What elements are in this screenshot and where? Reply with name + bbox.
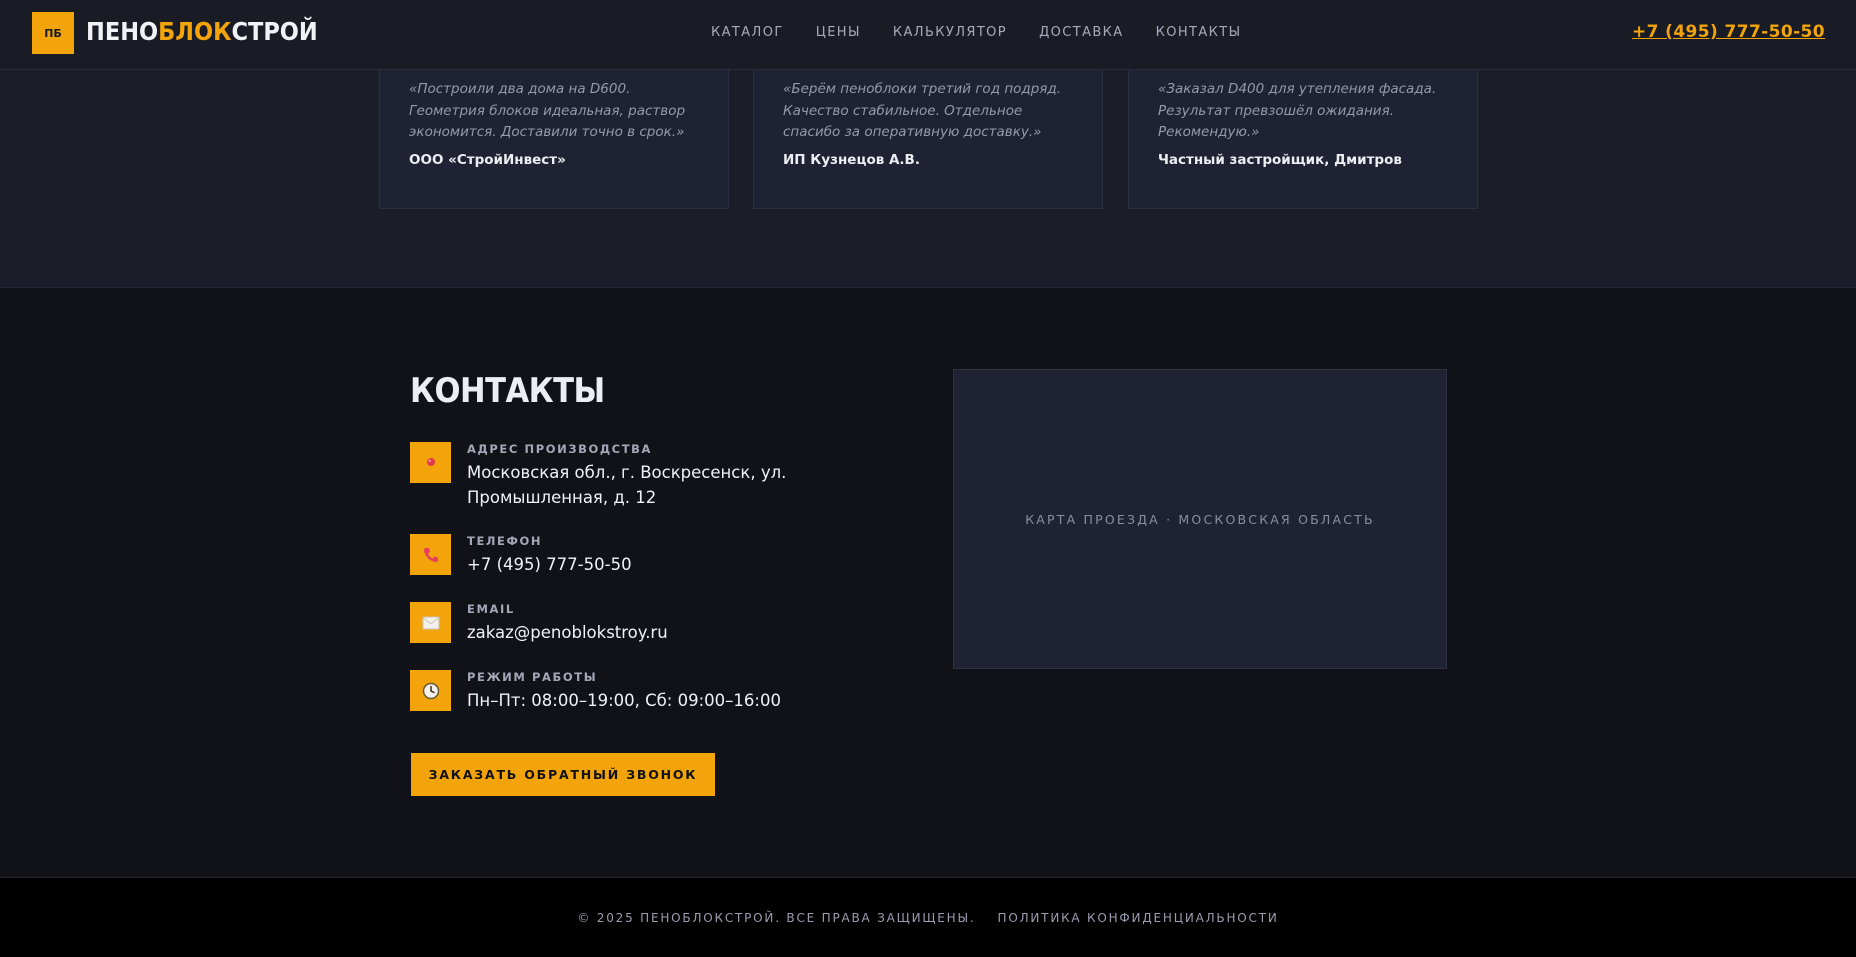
review-card: «Заказал D400 для утепления фасада. Резу… <box>1128 60 1478 209</box>
reviews-section: «Построили два дома на D600. Геометрия б… <box>0 60 1856 288</box>
review-author: ИП Кузнецов А.В. <box>783 152 920 168</box>
map-placeholder[interactable]: КАРТА ПРОЕЗДА · МОСКОВСКАЯ ОБЛАСТЬ <box>953 369 1447 669</box>
header-phone-link[interactable]: +7 (495) 777-50-50 <box>1632 22 1825 42</box>
site-header: ПБ ПЕНОБЛОКСТРОЙ КАТАЛОГ ЦЕНЫ КАЛЬКУЛЯТО… <box>0 0 1856 70</box>
contacts-title: КОНТАКТЫ <box>410 371 605 411</box>
phone-icon <box>410 534 451 575</box>
nav-item-contacts[interactable]: КОНТАКТЫ <box>1156 25 1242 41</box>
logo-wordmark[interactable]: ПЕНОБЛОКСТРОЙ <box>86 17 318 47</box>
contact-value: Пн–Пт: 08:00–19:00, Сб: 09:00–16:00 <box>467 691 781 710</box>
pin-icon <box>410 442 451 483</box>
review-quote: «Берём пеноблоки третий год подряд. Каче… <box>783 81 1062 140</box>
contact-label: АДРЕС ПРОИЗВОДСТВА <box>467 442 653 456</box>
map-label: КАРТА ПРОЕЗДА · МОСКОВСКАЯ ОБЛАСТЬ <box>1025 511 1375 527</box>
contact-item-email: EMAIL zakaz@penoblokstroy.ru <box>410 602 910 647</box>
nav-item-catalog[interactable]: КАТАЛОГ <box>711 25 784 41</box>
review-card: «Берём пеноблоки третий год подряд. Каче… <box>753 60 1103 209</box>
logo-mark[interactable]: ПБ <box>32 12 74 54</box>
envelope-icon <box>410 602 451 643</box>
contact-label: ТЕЛЕФОН <box>467 534 543 548</box>
contact-item-hours: РЕЖИМ РАБОТЫ Пн–Пт: 08:00–19:00, Сб: 09:… <box>410 670 910 715</box>
review-author: ООО «СтройИнвест» <box>409 152 566 168</box>
main-nav: КАТАЛОГ ЦЕНЫ КАЛЬКУЛЯТОР ДОСТАВКА КОНТАК… <box>711 25 1274 41</box>
nav-item-calculator[interactable]: КАЛЬКУЛЯТОР <box>893 25 1007 41</box>
review-author: Частный застройщик, Дмитров <box>1158 152 1402 168</box>
contacts-section: КОНТАКТЫ АДРЕС ПРОИЗВОДСТВА Московская о… <box>0 288 1856 877</box>
privacy-policy-link[interactable]: ПОЛИТИКА КОНФИДЕНЦИАЛЬНОСТИ <box>998 911 1279 925</box>
contact-item-address: АДРЕС ПРОИЗВОДСТВА Московская обл., г. В… <box>410 442 910 512</box>
nav-item-prices[interactable]: ЦЕНЫ <box>816 25 861 41</box>
page: ПБ ПЕНОБЛОКСТРОЙ КАТАЛОГ ЦЕНЫ КАЛЬКУЛЯТО… <box>0 0 1856 957</box>
contact-label: РЕЖИМ РАБОТЫ <box>467 670 598 684</box>
review-quote: «Заказал D400 для утепления фасада. Резу… <box>1158 81 1437 140</box>
phone-link[interactable]: +7 (495) 777-50-50 <box>467 552 907 577</box>
footer-copyright: © 2025 ПЕНОБЛОКСТРОЙ. ВСЕ ПРАВА ЗАЩИЩЕНЫ… <box>577 910 976 925</box>
contact-label: EMAIL <box>467 602 515 616</box>
site-footer: © 2025 ПЕНОБЛОКСТРОЙ. ВСЕ ПРАВА ЗАЩИЩЕНЫ… <box>0 877 1856 957</box>
review-card: «Построили два дома на D600. Геометрия б… <box>379 60 729 209</box>
review-quote: «Построили два дома на D600. Геометрия б… <box>409 81 686 140</box>
logo-part-1: ПЕНО <box>86 17 159 46</box>
email-link[interactable]: zakaz@penoblokstroy.ru <box>467 620 907 645</box>
callback-button[interactable]: ЗАКАЗАТЬ ОБРАТНЫЙ ЗВОНОК <box>411 753 715 796</box>
nav-item-delivery[interactable]: ДОСТАВКА <box>1039 25 1124 41</box>
contact-item-phone: ТЕЛЕФОН +7 (495) 777-50-50 <box>410 534 910 579</box>
contact-value: Московская обл., г. Воскресенск, ул. Про… <box>467 463 787 507</box>
clock-icon <box>410 670 451 711</box>
logo-part-3: СТРОЙ <box>231 17 318 46</box>
logo-part-2: БЛОК <box>158 17 232 46</box>
